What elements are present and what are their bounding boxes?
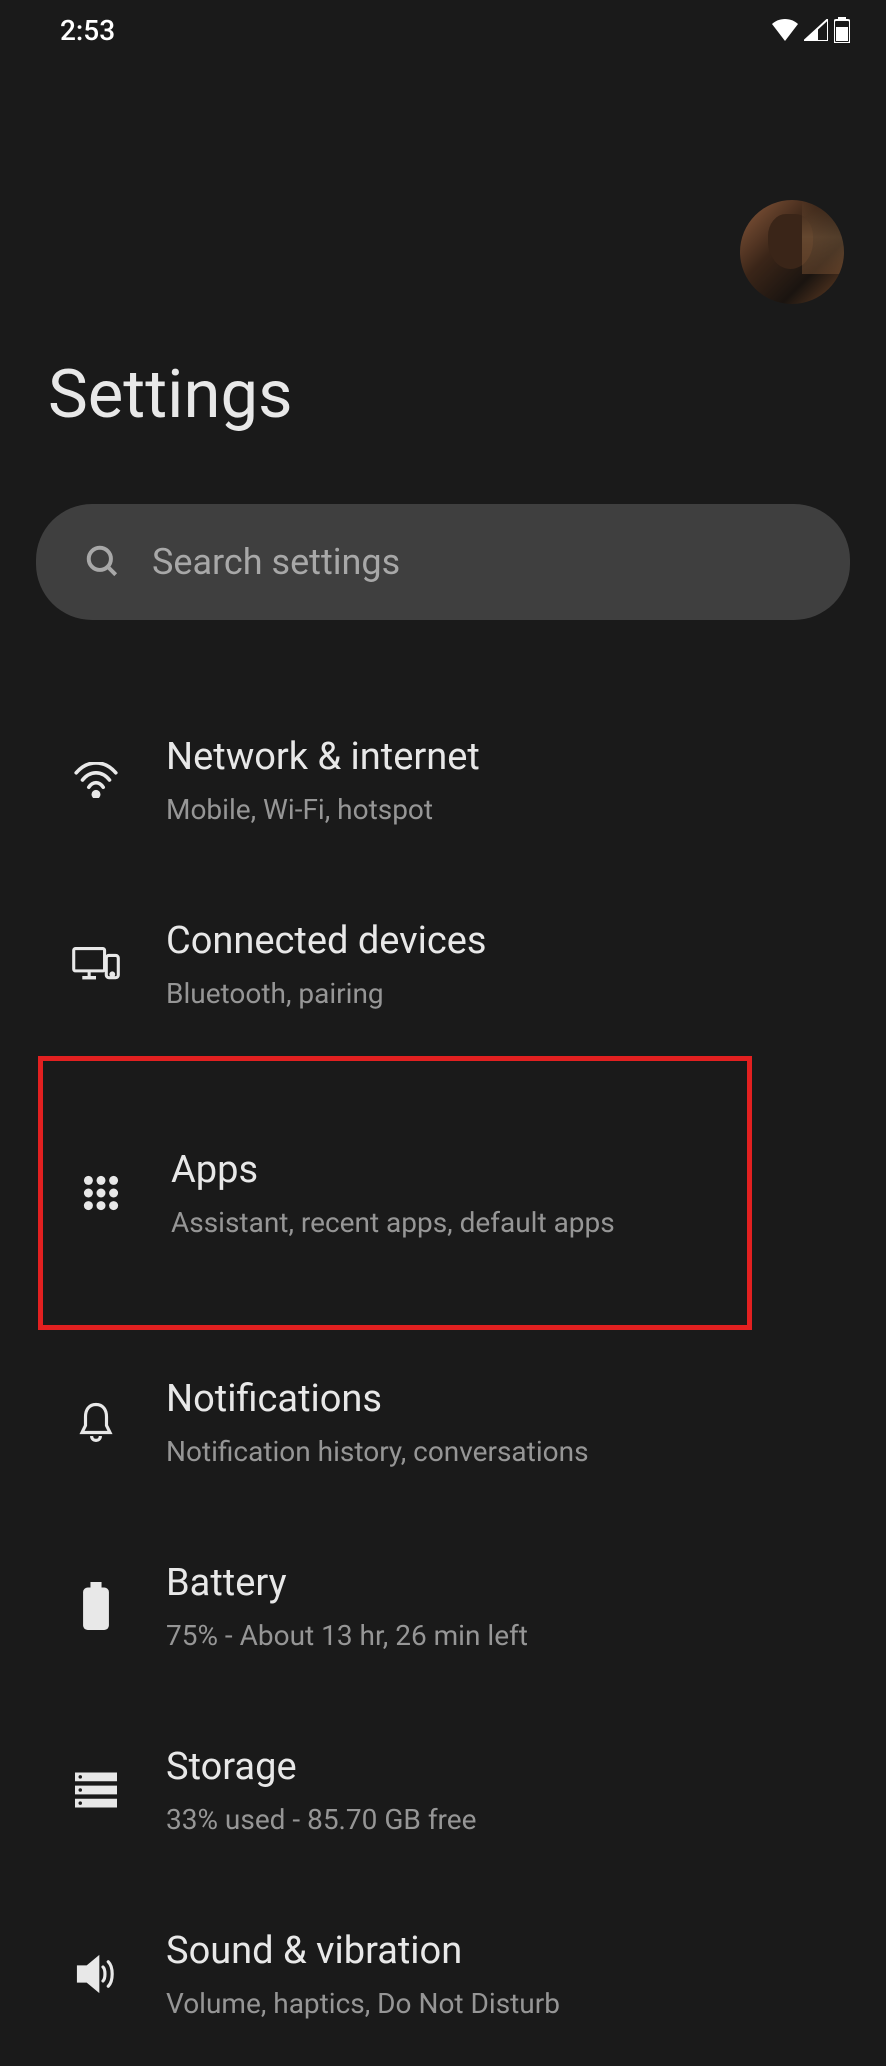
item-title: Apps bbox=[171, 1148, 615, 1192]
avatar[interactable] bbox=[740, 200, 844, 304]
search-placeholder: Search settings bbox=[152, 541, 400, 583]
item-text: Sound & vibration Volume, haptics, Do No… bbox=[166, 1929, 560, 2020]
status-bar: 2:53 bbox=[0, 0, 886, 60]
settings-item-storage[interactable]: Storage 33% used - 85.70 GB free bbox=[0, 1698, 886, 1882]
wifi-status-icon bbox=[772, 19, 798, 41]
item-title: Sound & vibration bbox=[166, 1929, 560, 1973]
item-text: Connected devices Bluetooth, pairing bbox=[166, 919, 487, 1010]
item-text: Battery 75% - About 13 hr, 26 min left bbox=[166, 1561, 528, 1652]
battery-status-icon bbox=[834, 17, 850, 43]
item-subtitle: Assistant, recent apps, default apps bbox=[171, 1206, 615, 1239]
item-subtitle: 33% used - 85.70 GB free bbox=[166, 1803, 476, 1836]
storage-icon bbox=[66, 1760, 126, 1820]
item-title: Storage bbox=[166, 1745, 476, 1789]
item-text: Network & internet Mobile, Wi-Fi, hotspo… bbox=[166, 735, 480, 826]
item-text: Notifications Notification history, conv… bbox=[166, 1377, 589, 1468]
item-subtitle: Bluetooth, pairing bbox=[166, 977, 487, 1010]
item-subtitle: Mobile, Wi-Fi, hotspot bbox=[166, 793, 480, 826]
item-subtitle: Volume, haptics, Do Not Disturb bbox=[166, 1987, 560, 2020]
settings-item-sound[interactable]: Sound & vibration Volume, haptics, Do No… bbox=[0, 1882, 886, 2066]
item-text: Apps Assistant, recent apps, default app… bbox=[171, 1148, 615, 1239]
status-icons bbox=[772, 17, 850, 43]
settings-item-battery[interactable]: Battery 75% - About 13 hr, 26 min left bbox=[0, 1514, 886, 1698]
item-title: Notifications bbox=[166, 1377, 589, 1421]
apps-icon bbox=[71, 1163, 131, 1223]
item-text: Storage 33% used - 85.70 GB free bbox=[166, 1745, 476, 1836]
devices-icon bbox=[66, 934, 126, 994]
settings-list: Network & internet Mobile, Wi-Fi, hotspo… bbox=[0, 620, 886, 2066]
wifi-icon bbox=[66, 750, 126, 810]
search-container: Search settings bbox=[0, 434, 886, 620]
profile-section bbox=[0, 60, 886, 304]
status-time: 2:53 bbox=[60, 14, 115, 47]
signal-icon bbox=[804, 19, 828, 41]
settings-item-network[interactable]: Network & internet Mobile, Wi-Fi, hotspo… bbox=[0, 688, 886, 872]
settings-item-apps[interactable]: Apps Assistant, recent apps, default app… bbox=[38, 1056, 752, 1330]
battery-icon bbox=[66, 1576, 126, 1636]
settings-item-notifications[interactable]: Notifications Notification history, conv… bbox=[0, 1330, 886, 1514]
search-icon bbox=[84, 543, 122, 581]
item-subtitle: Notification history, conversations bbox=[166, 1435, 589, 1468]
item-subtitle: 75% - About 13 hr, 26 min left bbox=[166, 1619, 528, 1652]
settings-item-connected-devices[interactable]: Connected devices Bluetooth, pairing bbox=[0, 872, 886, 1056]
search-bar[interactable]: Search settings bbox=[36, 504, 850, 620]
item-title: Battery bbox=[166, 1561, 528, 1605]
item-title: Network & internet bbox=[166, 735, 480, 779]
bell-icon bbox=[66, 1392, 126, 1452]
item-title: Connected devices bbox=[166, 919, 487, 963]
page-title: Settings bbox=[0, 304, 886, 434]
sound-icon bbox=[66, 1944, 126, 2004]
